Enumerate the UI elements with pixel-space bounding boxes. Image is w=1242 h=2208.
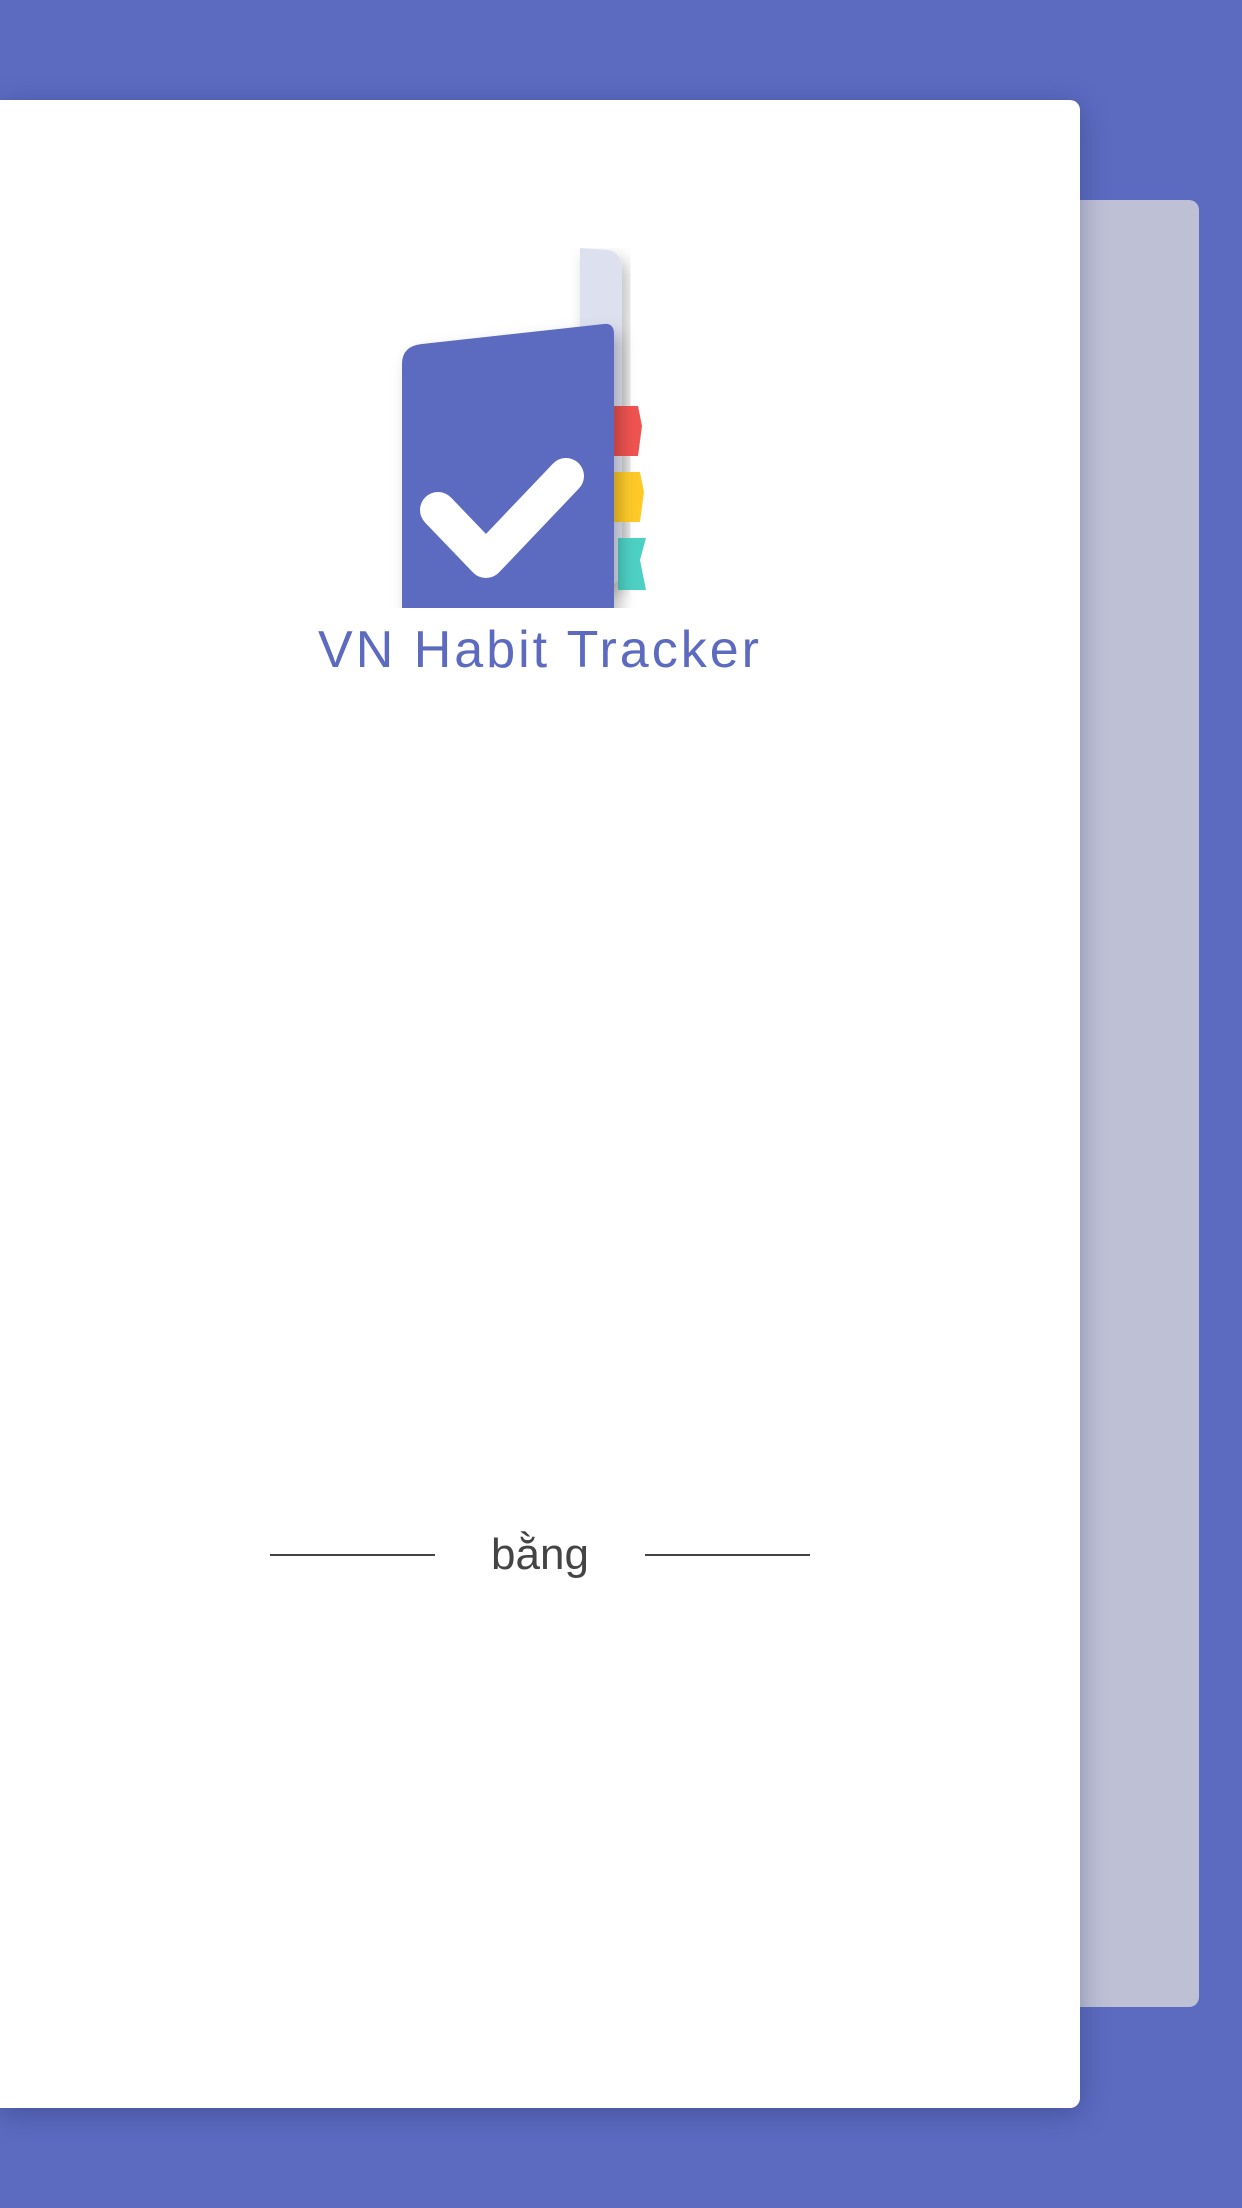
login-divider: bằng [0, 1520, 1080, 1590]
divider-text: bằng [491, 1530, 589, 1579]
divider-line-left [270, 1554, 435, 1556]
habit-notebook-checkmark-icon [370, 248, 660, 608]
app-title: VN Habit Tracker [318, 621, 762, 679]
login-card: VN Habit Tracker bằng [0, 100, 1080, 2108]
divider-line-right [645, 1554, 810, 1556]
